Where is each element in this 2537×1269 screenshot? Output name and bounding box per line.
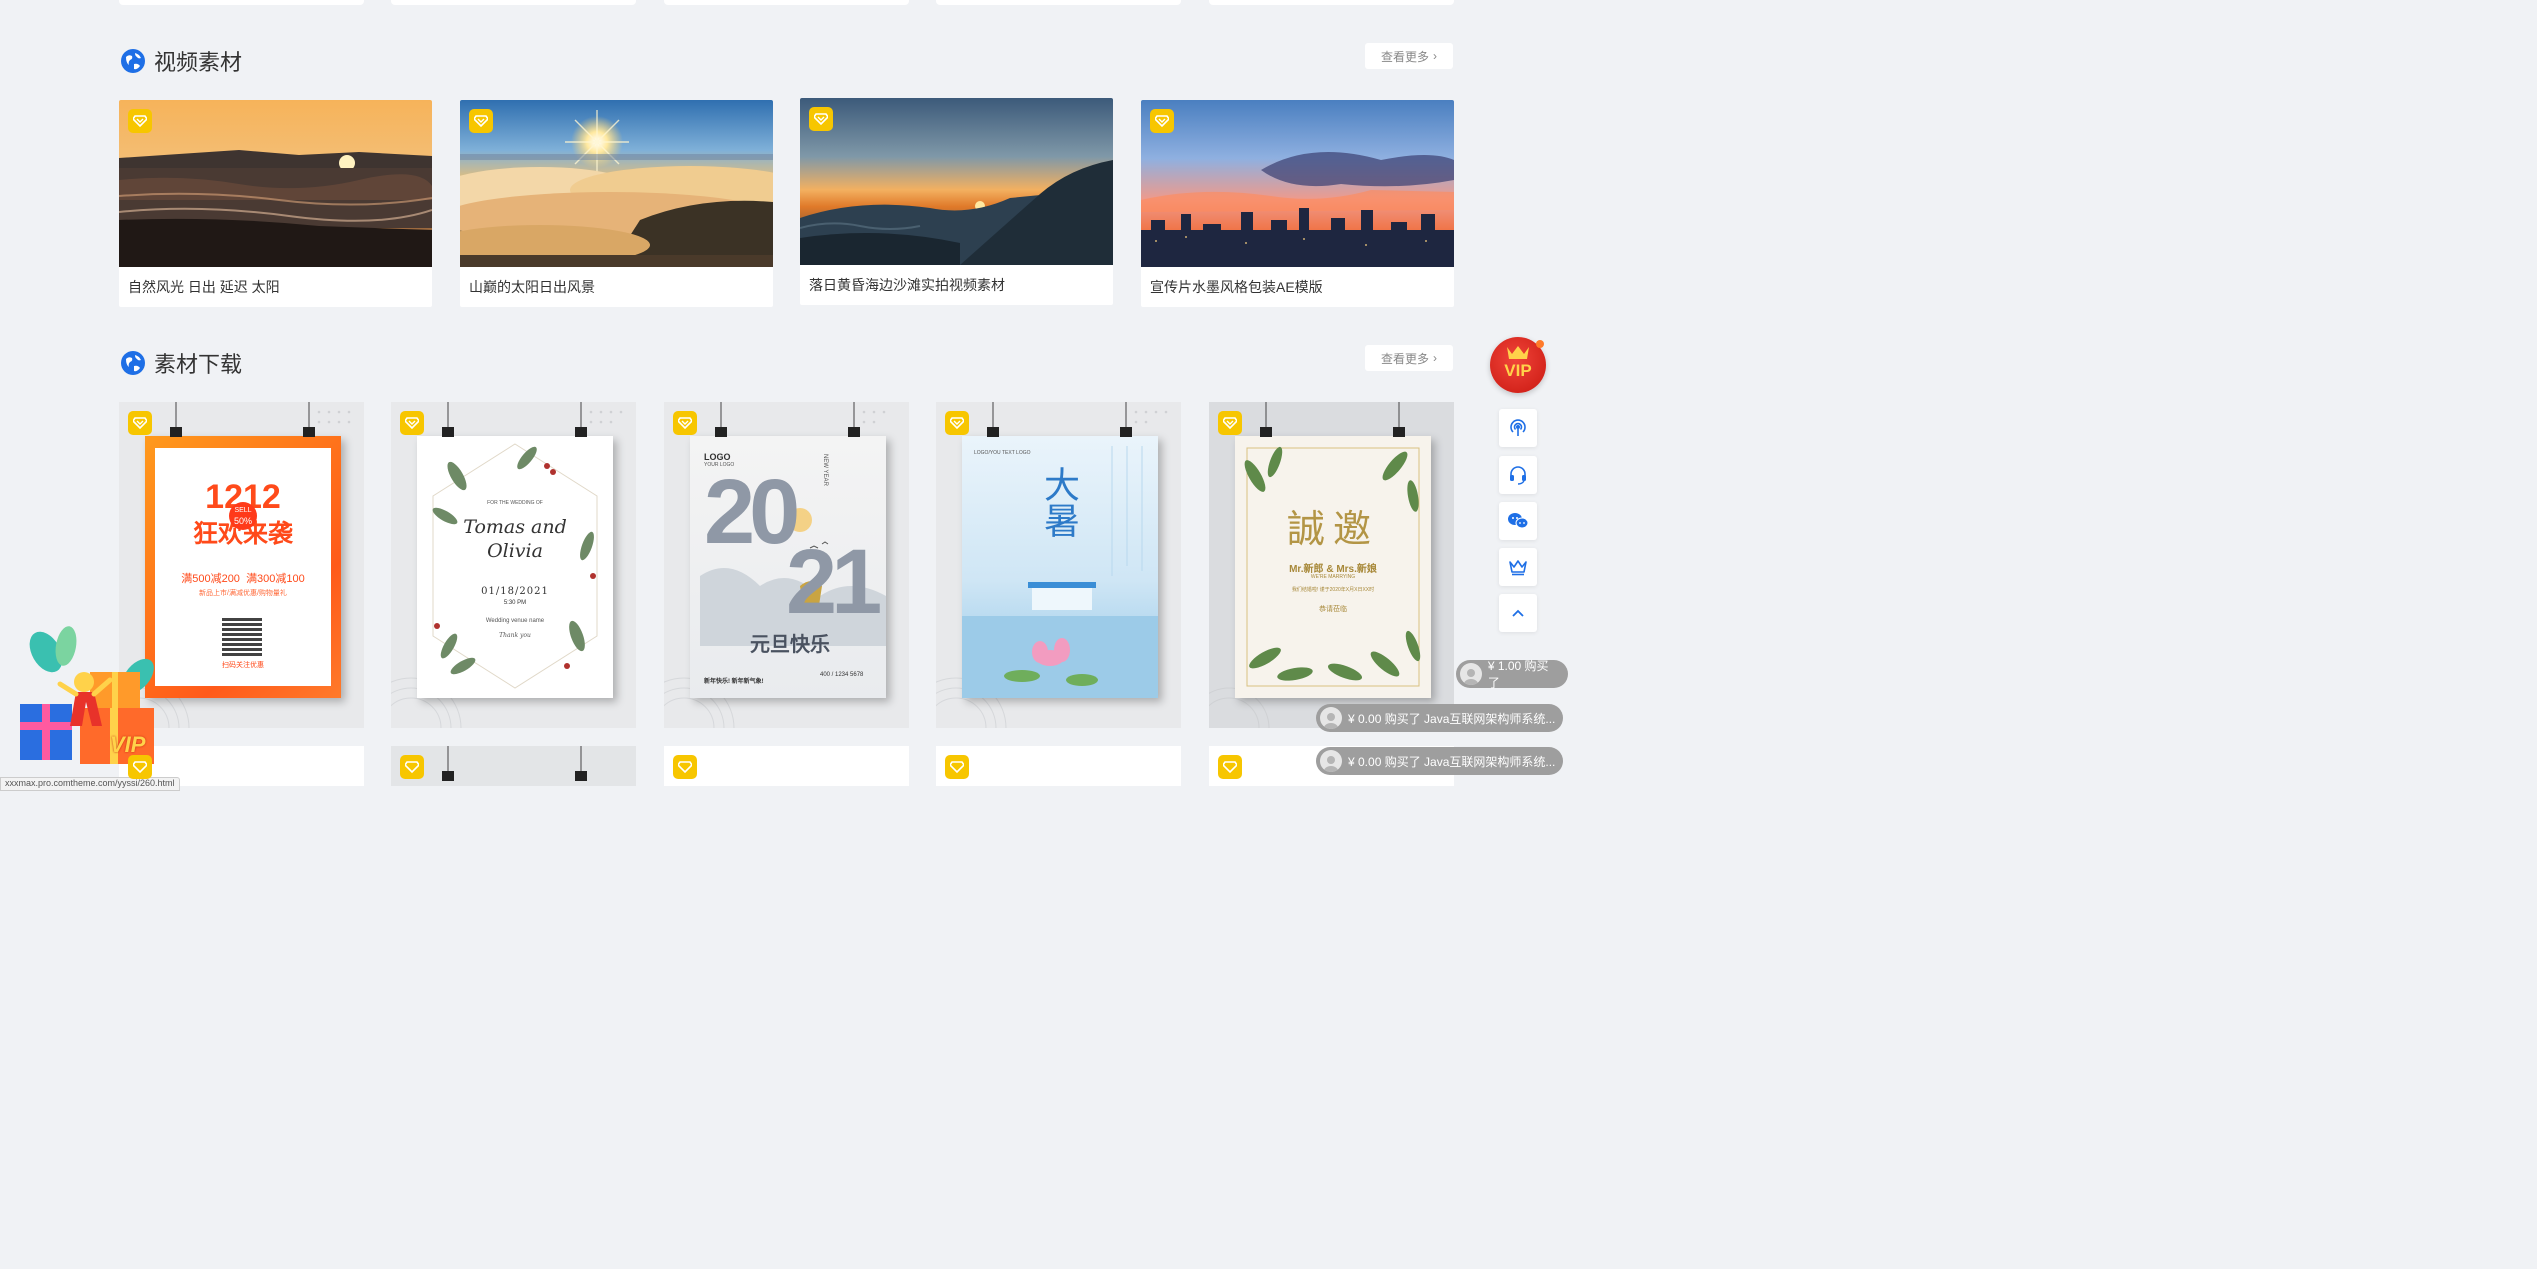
- view-more-label: 查看更多: [1380, 49, 1429, 64]
- video-card[interactable]: 山巅的太阳日出风景: [460, 100, 773, 307]
- binder-clip-icon: [1393, 402, 1405, 437]
- broadcast-icon: [1510, 419, 1526, 436]
- material-card[interactable]: [664, 746, 909, 786]
- poster-image: LOGO/YOU TEXT LOGO 大暑: [962, 436, 1158, 698]
- premium-badge-icon: [673, 755, 697, 779]
- premium-badge-icon: [1218, 755, 1242, 779]
- video-card[interactable]: 自然风光 日出 延迟 太阳: [119, 100, 432, 307]
- video-caption: 自然风光 日出 延迟 太阳: [128, 279, 280, 295]
- material-card[interactable]: [391, 746, 636, 786]
- video-caption: 宣传片水墨风格包装AE模版: [1150, 279, 1323, 295]
- poster-headline: Tomas and: [463, 516, 567, 538]
- binder-clip-icon: [575, 746, 587, 781]
- material-card[interactable]: LOGO YOUR LOGO NEW YEAR 20 21 元旦快乐 新年快乐!…: [664, 402, 909, 728]
- view-more-label: 查看更多: [1380, 351, 1429, 366]
- premium-badge-icon: [469, 109, 493, 133]
- section-title: 素材下载: [154, 352, 243, 377]
- premium-badge-icon: [128, 109, 152, 133]
- binder-clip-icon: [303, 402, 315, 437]
- premium-badge-icon: [400, 755, 424, 779]
- premium-badge-icon: [1150, 109, 1174, 133]
- chevron-right-icon: ›: [1433, 49, 1437, 63]
- vip-button[interactable]: VIP: [1490, 337, 1546, 393]
- poster-headline: 20: [704, 461, 800, 563]
- wechat-button[interactable]: [1499, 502, 1537, 540]
- headset-icon: [1510, 466, 1526, 485]
- view-more-button[interactable]: 查看更多 ›: [1365, 345, 1453, 371]
- poster-image: 誠邀 Mr.新郎 & Mrs.新娘 WE'RE MARRYING 我们结婚啦! …: [1235, 436, 1431, 698]
- premium-badge-icon: [809, 107, 833, 131]
- binder-clip-icon: [1260, 402, 1272, 437]
- globe-icon: [121, 351, 145, 375]
- poster-image: LOGO YOUR LOGO NEW YEAR 20 21 元旦快乐 新年快乐!…: [690, 436, 886, 698]
- gift-box-icon: [20, 626, 154, 764]
- premium-badge-icon: [945, 411, 969, 435]
- card-top-partial: [936, 0, 1181, 5]
- premium-badge-icon: [400, 411, 424, 435]
- customer-service-button[interactable]: [1499, 456, 1537, 494]
- binder-clip-icon: [442, 746, 454, 781]
- purchase-ticker: ¥ 1.00 购买了: [1456, 659, 1568, 690]
- video-card[interactable]: 落日黄昏海边沙滩实拍视频素材: [800, 98, 1113, 305]
- avatar: [1460, 663, 1482, 685]
- card-top-partial: [391, 0, 636, 5]
- video-card[interactable]: 宣传片水墨风格包装AE模版: [1141, 100, 1454, 307]
- chevron-up-icon: [1512, 609, 1524, 617]
- poster-headline: 誠邀: [1286, 507, 1379, 551]
- card-top-partial: [1209, 0, 1454, 5]
- sale-badge: SELL 50%: [229, 502, 257, 530]
- avatar: [1320, 707, 1342, 729]
- binder-clip-icon: [170, 402, 182, 437]
- video-thumbnail: [1141, 100, 1454, 267]
- premium-badge-icon: [128, 755, 152, 779]
- card-top-partial: [119, 0, 364, 5]
- qr-code-icon: [222, 616, 262, 656]
- poster-image: FOR THE WEDDING OF Tomas and Olivia 01/1…: [417, 436, 613, 698]
- globe-icon: [121, 49, 145, 73]
- status-url: xxxmax.pro.comtheme.com/yyssi/260.html: [0, 777, 180, 791]
- chevron-right-icon: ›: [1433, 351, 1437, 365]
- material-card[interactable]: FOR THE WEDDING OF Tomas and Olivia 01/1…: [391, 402, 636, 728]
- avatar: [1320, 750, 1342, 772]
- binder-clip-icon: [987, 402, 999, 437]
- premium-badge-icon: [673, 411, 697, 435]
- premium-badge-icon: [128, 411, 152, 435]
- video-thumbnail: [119, 100, 432, 267]
- binder-clip-icon: [575, 402, 587, 437]
- wechat-icon: [1508, 513, 1529, 529]
- video-caption: 山巅的太阳日出风景: [469, 279, 595, 295]
- vip-gift-floating-button[interactable]: VIP: [10, 622, 170, 772]
- binder-clip-icon: [715, 402, 727, 437]
- video-caption: 落日黄昏海边沙滩实拍视频素材: [809, 277, 1005, 293]
- video-thumbnail: [800, 98, 1113, 265]
- card-top-partial: [664, 0, 909, 5]
- video-thumbnail: [460, 100, 773, 267]
- premium-badge-icon: [945, 755, 969, 779]
- material-card[interactable]: [936, 746, 1181, 786]
- section-header-video: 视频素材: [120, 45, 242, 77]
- view-more-button[interactable]: 查看更多 ›: [1365, 43, 1453, 69]
- purchase-ticker: ¥ 0.00 购买了 Java互联网架构师系统...: [1316, 704, 1564, 732]
- purchase-ticker: ¥ 0.00 购买了 Java互联网架构师系统...: [1316, 747, 1564, 775]
- poster-headline: 大暑: [1039, 466, 1080, 538]
- material-card[interactable]: LOGO/YOU TEXT LOGO 大暑: [936, 402, 1181, 728]
- podcast-button[interactable]: [1499, 409, 1537, 447]
- binder-clip-icon: [848, 402, 860, 437]
- section-header-material: 素材下载: [120, 347, 242, 379]
- section-title: 视频素材: [154, 50, 243, 75]
- vip-label: VIP: [1504, 361, 1532, 380]
- premium-badge-icon: [1218, 411, 1242, 435]
- poster-image: 1212 狂欢来袭 SELL 50% 满500减200 满300减100 新品上市…: [145, 436, 341, 698]
- back-to-top-button[interactable]: [1499, 594, 1537, 632]
- vip-crown-button[interactable]: [1499, 548, 1537, 586]
- binder-clip-icon: [442, 402, 454, 437]
- material-card[interactable]: 誠邀 Mr.新郎 & Mrs.新娘 WE'RE MARRYING 我们结婚啦! …: [1209, 402, 1454, 728]
- crown-outline-icon: [1509, 560, 1527, 576]
- binder-clip-icon: [1120, 402, 1132, 437]
